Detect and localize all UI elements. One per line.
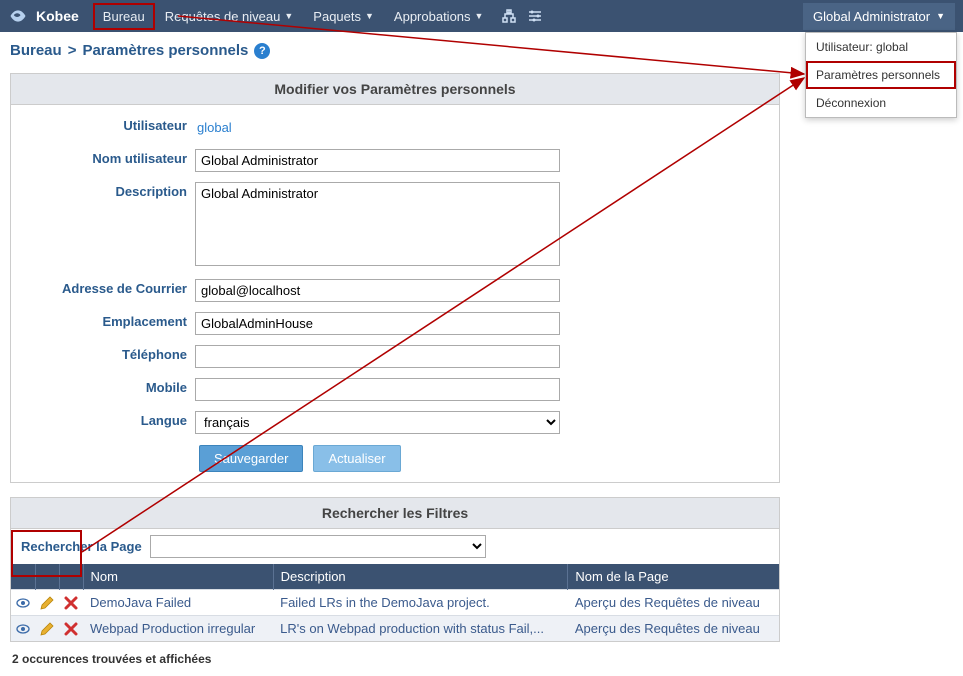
input-username[interactable]: [195, 149, 560, 172]
nav-bureau[interactable]: Bureau: [93, 3, 155, 30]
label-email: Adresse de Courrier: [17, 277, 195, 300]
col-page[interactable]: Nom de la Page: [568, 564, 779, 590]
cell-nom: DemoJava Failed: [83, 590, 273, 616]
label-location: Emplacement: [17, 310, 195, 333]
settings-panel: Modifier vos Paramètres personnels Utili…: [10, 73, 780, 483]
label-mobile: Mobile: [17, 376, 195, 399]
edit-icon[interactable]: [39, 594, 55, 609]
table-row: Webpad Production irregularLR's on Webpa…: [11, 616, 779, 642]
cell-desc: LR's on Webpad production with status Fa…: [273, 616, 568, 642]
logo-icon: [8, 6, 28, 26]
panel-title: Modifier vos Paramètres personnels: [11, 74, 779, 105]
label-telephone: Téléphone: [17, 343, 195, 366]
view-icon[interactable]: [15, 594, 31, 609]
value-user: global: [195, 116, 234, 139]
input-location[interactable]: [195, 312, 560, 335]
nav-requetes[interactable]: Requêtes de niveau▼: [155, 3, 304, 30]
brand: Kobee: [36, 8, 79, 24]
top-nav: Kobee Bureau Requêtes de niveau▼ Paquets…: [0, 0, 963, 32]
help-icon[interactable]: ?: [254, 43, 270, 59]
cell-page: Aperçu des Requêtes de niveau: [568, 616, 779, 642]
result-count: 2 occurences trouvées et affichées: [0, 648, 963, 676]
input-telephone[interactable]: [195, 345, 560, 368]
chevron-down-icon: ▼: [284, 11, 293, 21]
col-nom[interactable]: Nom: [83, 564, 273, 590]
label-user: Utilisateur: [17, 114, 195, 137]
user-menu-button[interactable]: Global Administrator▼: [803, 3, 955, 30]
dropdown-user-info: Utilisateur: global: [806, 33, 956, 61]
filters-table: Nom Description Nom de la Page DemoJava …: [11, 564, 779, 641]
chevron-down-icon: ▼: [936, 11, 945, 21]
hierarchy-icon[interactable]: [501, 8, 517, 24]
col-desc[interactable]: Description: [273, 564, 568, 590]
breadcrumb-root[interactable]: Bureau: [10, 42, 62, 59]
input-description[interactable]: Global Administrator: [195, 182, 560, 266]
save-button[interactable]: Sauvegarder: [199, 445, 303, 472]
annotation-box: [11, 530, 82, 577]
cell-nom: Webpad Production irregular: [83, 616, 273, 642]
user-dropdown: Utilisateur: global Paramètres personnel…: [805, 32, 957, 118]
chevron-down-icon: ▼: [365, 11, 374, 21]
dropdown-personal-settings[interactable]: Paramètres personnels: [806, 61, 956, 89]
input-mobile[interactable]: [195, 378, 560, 401]
input-email[interactable]: [195, 279, 560, 302]
sliders-icon[interactable]: [527, 8, 543, 24]
table-row: DemoJava FailedFailed LRs in the DemoJav…: [11, 590, 779, 616]
cell-page: Aperçu des Requêtes de niveau: [568, 590, 779, 616]
breadcrumb-separator: >: [68, 42, 77, 59]
refresh-button[interactable]: Actualiser: [313, 445, 400, 472]
label-username: Nom utilisateur: [17, 147, 195, 170]
delete-icon[interactable]: [63, 620, 79, 635]
edit-icon[interactable]: [39, 620, 55, 635]
delete-icon[interactable]: [63, 594, 79, 609]
dropdown-logout[interactable]: Déconnexion: [806, 89, 956, 117]
breadcrumb-current: Paramètres personnels: [82, 42, 248, 59]
select-language[interactable]: français: [195, 411, 560, 434]
view-icon[interactable]: [15, 620, 31, 635]
label-lang: Langue: [17, 409, 195, 432]
search-page-select[interactable]: [150, 535, 486, 558]
cell-desc: Failed LRs in the DemoJava project.: [273, 590, 568, 616]
nav-approbations[interactable]: Approbations▼: [384, 3, 494, 30]
chevron-down-icon: ▼: [475, 11, 484, 21]
nav-paquets[interactable]: Paquets▼: [303, 3, 384, 30]
filters-title: Rechercher les Filtres: [11, 498, 779, 529]
filters-panel: Rechercher les Filtres Rechercher la Pag…: [10, 497, 780, 642]
label-desc: Description: [17, 180, 195, 203]
